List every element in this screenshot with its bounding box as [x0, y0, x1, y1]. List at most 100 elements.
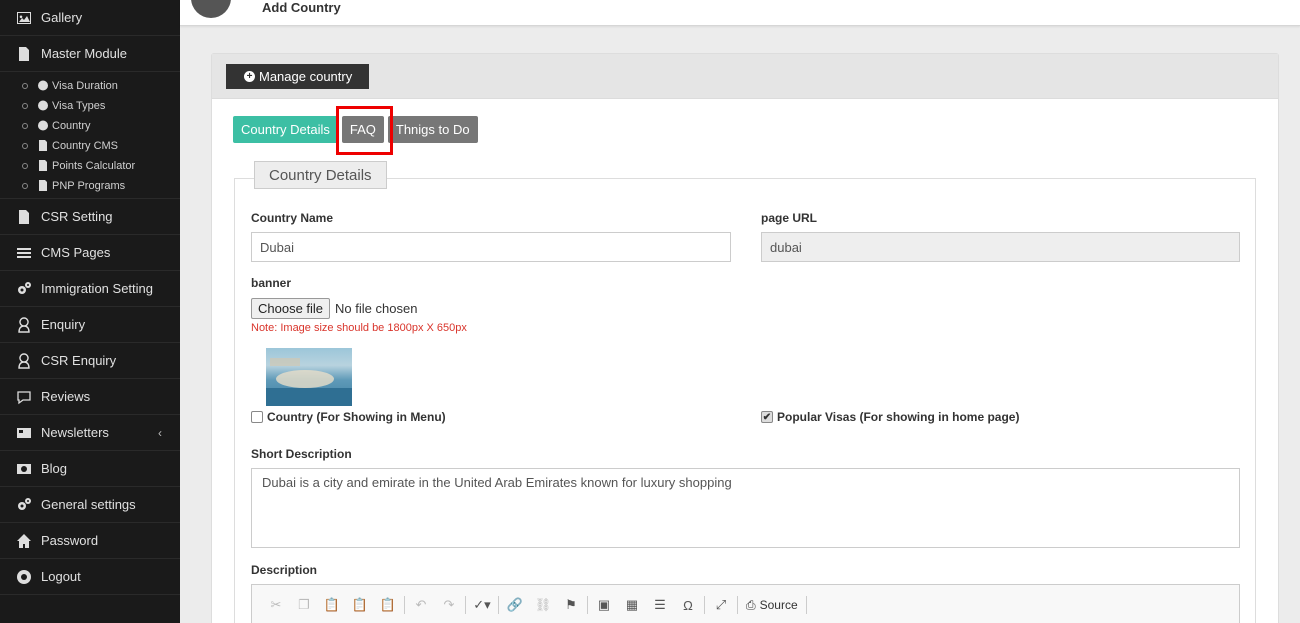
sidebar-item-csr-setting[interactable]: CSR Setting [0, 199, 180, 235]
source-button[interactable]: ⎙ Source [740, 598, 804, 613]
sidebar-item-master-module[interactable]: Master Module [0, 36, 180, 72]
sidebar-item-label: General settings [41, 497, 136, 512]
sidebar-item-label: Logout [41, 569, 81, 584]
popular-visas-checkbox-label: Popular Visas (For showing in home page) [777, 410, 1020, 424]
sidebar-subitem-pnp-programs[interactable]: PNP Programs [0, 176, 180, 196]
plus-circle-icon: + [244, 71, 255, 82]
sidebar-item-general-settings[interactable]: General settings [0, 487, 180, 523]
maximize-icon[interactable]: ⤢ [707, 595, 735, 615]
sidebar: Gallery Master Module Visa Duration Visa… [0, 0, 180, 623]
tab-faq[interactable]: FAQ [341, 116, 384, 143]
sidebar-subitem-country[interactable]: Country [0, 116, 180, 136]
anchor-flag-icon[interactable]: ⚑ [557, 595, 585, 615]
sidebar-subitem-visa-types[interactable]: Visa Types [0, 96, 180, 116]
manage-country-button[interactable]: + Manage country [226, 64, 370, 89]
gears-icon [15, 497, 33, 513]
sidebar-subitem-label: Points Calculator [52, 160, 136, 172]
money-icon [15, 461, 33, 477]
sidebar-item-cms-pages[interactable]: CMS Pages [0, 235, 180, 271]
manage-country-label: Manage country [259, 69, 353, 84]
image-icon [15, 10, 33, 26]
horizontal-rule-icon[interactable]: ☰ [646, 595, 674, 615]
sidebar-item-label: Reviews [41, 389, 91, 404]
sidebar-item-csr-enquiry[interactable]: CSR Enquiry [0, 343, 180, 379]
toolbar-separator [704, 596, 705, 614]
redo-icon[interactable]: ↷ [435, 595, 463, 615]
user-icon [15, 316, 33, 333]
description-editor[interactable]: ✂ ❐ 📋 📋 📋 ↶ ↷ ✓▾ 🔗 ⛓ ⚑ ▣ ▦ ☰ Ω ⤢ ⎙ Sourc… [251, 584, 1240, 623]
sidebar-item-logout[interactable]: Logout [0, 559, 180, 595]
paste-icon[interactable]: 📋 [318, 595, 346, 615]
comment-icon [15, 389, 33, 405]
fieldset-legend: Country Details [254, 161, 387, 189]
table-icon[interactable]: ▦ [618, 595, 646, 615]
sidebar-subitem-country-cms[interactable]: Country CMS [0, 136, 180, 156]
bullet [22, 83, 28, 89]
layers-icon [15, 245, 33, 261]
sidebar-item-password[interactable]: Password [0, 523, 180, 559]
banner-label: banner [251, 276, 292, 290]
checkbox-checked[interactable]: ✔ [761, 411, 773, 423]
short-description-label: Short Description [251, 447, 352, 461]
toolbar-separator [498, 596, 499, 614]
sidebar-item-label: Blog [41, 461, 68, 476]
description-label: Description [251, 563, 318, 577]
sidebar-item-gallery[interactable]: Gallery [0, 0, 180, 36]
bullet [22, 183, 28, 189]
tab-country-details[interactable]: Country Details [233, 116, 338, 143]
country-menu-checkbox-label: Country (For Showing in Menu) [267, 410, 446, 424]
sidebar-item-label: Enquiry [41, 317, 86, 332]
toolbar-separator [465, 596, 466, 614]
short-description-textarea[interactable]: Dubai is a city and emirate in the Unite… [251, 468, 1240, 548]
spellcheck-icon[interactable]: ✓▾ [468, 595, 496, 615]
toolbar-separator [587, 596, 588, 614]
tab-things-to-do[interactable]: Thnigs to Do [387, 116, 478, 143]
image-icon[interactable]: ▣ [590, 595, 618, 615]
chevron-left-icon[interactable]: ‹ [158, 426, 162, 440]
top-header: Add Country [180, 0, 1300, 26]
checkbox-unchecked[interactable] [251, 411, 263, 423]
source-label: Source [759, 598, 798, 612]
cut-icon[interactable]: ✂ [262, 595, 290, 615]
globe-icon [38, 80, 50, 92]
choose-file-button[interactable]: Choose file [251, 298, 331, 319]
sidebar-item-blog[interactable]: Blog [0, 451, 180, 487]
paste-text-icon[interactable]: 📋 [346, 595, 374, 615]
sidebar-subitem-visa-duration[interactable]: Visa Duration [0, 76, 180, 96]
sidebar-subitem-label: Country CMS [52, 140, 119, 152]
banner-thumbnail [266, 348, 352, 406]
paste-word-icon[interactable]: 📋 [374, 595, 402, 615]
sidebar-item-label: CSR Setting [41, 209, 113, 224]
sidebar-subitem-points-calculator[interactable]: Points Calculator [0, 156, 180, 176]
country-menu-checkbox[interactable]: Country (For Showing in Menu) [251, 410, 446, 424]
sidebar-item-label: Newsletters [41, 425, 109, 440]
globe-icon [38, 100, 50, 112]
sidebar-item-newsletters[interactable]: Newsletters ‹ [0, 415, 180, 451]
bullet [22, 163, 28, 169]
undo-icon[interactable]: ↶ [407, 595, 435, 615]
toolbar-separator [737, 596, 738, 614]
power-icon [15, 569, 33, 585]
newspaper-icon [15, 425, 33, 441]
tab-bar: Country Details FAQ Thnigs to Do [233, 116, 478, 143]
sidebar-item-enquiry[interactable]: Enquiry [0, 307, 180, 343]
editor-toolbar: ✂ ❐ 📋 📋 📋 ↶ ↷ ✓▾ 🔗 ⛓ ⚑ ▣ ▦ ☰ Ω ⤢ ⎙ Sourc… [262, 595, 809, 615]
popular-visas-checkbox[interactable]: ✔ Popular Visas (For showing in home pag… [761, 410, 1019, 424]
sidebar-item-immigration-setting[interactable]: Immigration Setting [0, 271, 180, 307]
banner-file-input: Choose file No file chosen [251, 298, 417, 319]
copy-icon[interactable]: ❐ [290, 595, 318, 615]
sidebar-item-label: Gallery [41, 10, 83, 25]
file-icon [38, 180, 50, 192]
sidebar-subitem-label: Visa Duration [52, 80, 118, 92]
special-char-icon[interactable]: Ω [674, 595, 702, 615]
sidebar-item-reviews[interactable]: Reviews [0, 379, 180, 415]
country-name-input[interactable]: Dubai [251, 232, 731, 262]
gears-icon [15, 281, 33, 297]
unlink-icon[interactable]: ⛓ [529, 595, 557, 615]
content-panel: + Manage country Country Details FAQ Thn… [211, 53, 1279, 623]
sidebar-subitem-label: Visa Types [52, 100, 106, 112]
sidebar-subitem-label: Country [52, 120, 91, 132]
link-icon[interactable]: 🔗 [501, 595, 529, 615]
sidebar-subitem-label: PNP Programs [52, 180, 126, 192]
page-url-input[interactable]: dubai [761, 232, 1240, 262]
